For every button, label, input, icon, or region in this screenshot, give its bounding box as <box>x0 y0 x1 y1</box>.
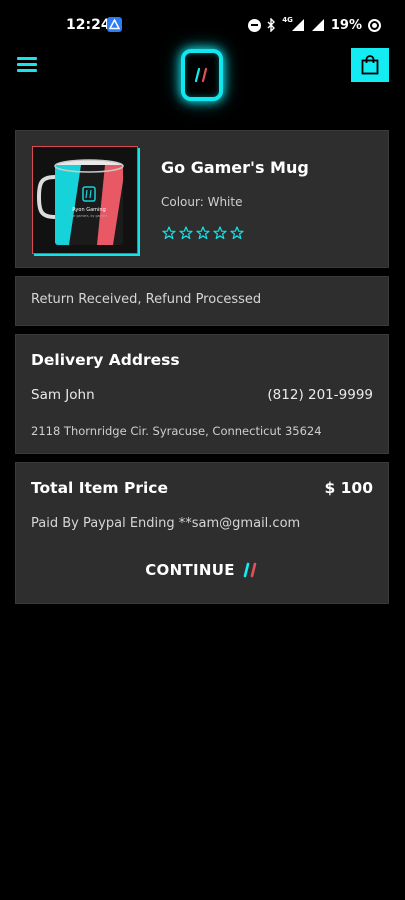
star-icon[interactable] <box>230 226 244 240</box>
battery-saver-icon <box>368 18 381 32</box>
star-icon[interactable] <box>196 226 210 240</box>
total-price-title: Total Item Price <box>31 479 168 497</box>
rating-stars[interactable] <box>162 226 244 240</box>
delivery-address-line: 2118 Thornridge Cir. Syracuse, Connectic… <box>31 424 322 438</box>
network-type-label: 4G <box>282 16 293 24</box>
do-not-disturb-icon <box>248 18 262 32</box>
mug-tagline-text: For gamers, by gamers <box>71 214 108 218</box>
bluetooth-icon <box>267 18 276 32</box>
order-status-card: Return Received, Refund Processed <box>15 276 389 326</box>
price-card: Total Item Price $ 100 Paid By Paypal En… <box>15 462 389 604</box>
payment-method-text: Paid By Paypal Ending **sam@gmail.com <box>31 516 301 531</box>
app-notification-icon <box>107 17 122 32</box>
shopping-bag-icon <box>361 55 379 75</box>
star-icon[interactable] <box>162 226 176 240</box>
status-icons: 4G 19% <box>248 16 381 34</box>
signal-icon-2 <box>311 19 324 31</box>
mug-brand-text: Ryon Gaming <box>72 207 106 213</box>
star-icon[interactable] <box>179 226 193 240</box>
recipient-phone: (812) 201-9999 <box>267 387 373 403</box>
star-icon[interactable] <box>213 226 227 240</box>
mug-image: Ryon Gaming For gamers, by gamers <box>36 159 124 245</box>
brand-logo-icon[interactable] <box>181 49 223 101</box>
continue-button[interactable]: CONTINUE <box>16 561 388 579</box>
order-status-text: Return Received, Refund Processed <box>31 292 262 307</box>
recipient-name: Sam John <box>31 387 95 403</box>
brand-slash-icon <box>243 562 257 578</box>
delivery-address-card: Delivery Address Sam John (812) 201-9999… <box>15 334 389 454</box>
delivery-address-title: Delivery Address <box>31 351 180 369</box>
status-time: 12:24 <box>66 17 111 33</box>
battery-percentage: 19% <box>330 17 362 33</box>
cart-button[interactable] <box>351 48 389 82</box>
continue-label[interactable]: CONTINUE <box>145 561 235 579</box>
product-image[interactable]: Ryon Gaming For gamers, by gamers <box>32 146 138 254</box>
product-name[interactable]: Go Gamer's Mug <box>161 158 309 177</box>
status-bar: 12:24 4G 19% <box>0 0 405 50</box>
product-colour: Colour: White <box>161 195 243 209</box>
total-price-value: $ 100 <box>324 479 373 497</box>
hamburger-menu-icon[interactable] <box>17 57 37 73</box>
product-card[interactable]: Ryon Gaming For gamers, by gamers Go Gam… <box>15 130 389 268</box>
